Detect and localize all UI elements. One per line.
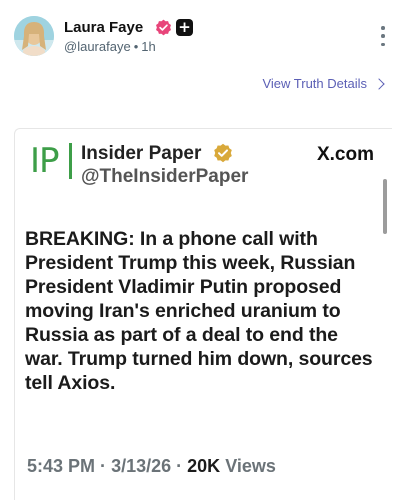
views-label: Views bbox=[225, 456, 276, 476]
view-truth-details-link[interactable]: View Truth Details bbox=[262, 76, 385, 91]
view-count: 20K bbox=[187, 456, 221, 476]
embedded-post-card[interactable]: IP Insider Paper @TheInsiderPaper X.com … bbox=[14, 128, 392, 500]
more-options-icon[interactable] bbox=[378, 26, 388, 46]
chevron-right-icon bbox=[373, 77, 385, 90]
avatar[interactable] bbox=[14, 16, 54, 56]
view-details-label: View Truth Details bbox=[262, 76, 367, 91]
source-handle[interactable]: @TheInsiderPaper bbox=[81, 166, 248, 188]
avatar-image bbox=[14, 16, 54, 56]
source-name[interactable]: Insider Paper bbox=[81, 143, 201, 165]
scrollbar[interactable] bbox=[383, 179, 387, 234]
badge-group: + bbox=[155, 19, 193, 36]
logo-bar bbox=[69, 143, 72, 179]
embed-date: 3/13/26 bbox=[111, 456, 172, 476]
more-dot bbox=[381, 42, 385, 46]
meta-separator: • bbox=[133, 39, 139, 54]
footer-separator: · bbox=[100, 456, 107, 476]
more-dot bbox=[381, 34, 385, 38]
author-name[interactable]: Laura Faye bbox=[64, 19, 143, 36]
gold-verified-icon bbox=[214, 143, 232, 163]
logo-text: IP bbox=[30, 141, 60, 181]
footer-separator: · bbox=[176, 456, 183, 476]
post-meta: @laurafaye • 1h bbox=[64, 39, 156, 54]
embed-footer: 5:43 PM · 3/13/26 · 20K Views bbox=[27, 456, 276, 477]
post-header: Laura Faye + @laurafaye • 1h bbox=[14, 16, 392, 56]
embed-time: 5:43 PM bbox=[27, 456, 96, 476]
insider-paper-logo: IP bbox=[30, 141, 72, 181]
author-handle[interactable]: @laurafaye bbox=[64, 39, 131, 54]
plus-badge-icon: + bbox=[176, 19, 193, 36]
post-time: 1h bbox=[141, 39, 156, 54]
verified-badge-icon bbox=[156, 19, 171, 36]
more-dot bbox=[381, 26, 385, 30]
site-label: X.com bbox=[316, 144, 374, 165]
embed-headline: BREAKING: In a phone call with President… bbox=[25, 228, 373, 394]
